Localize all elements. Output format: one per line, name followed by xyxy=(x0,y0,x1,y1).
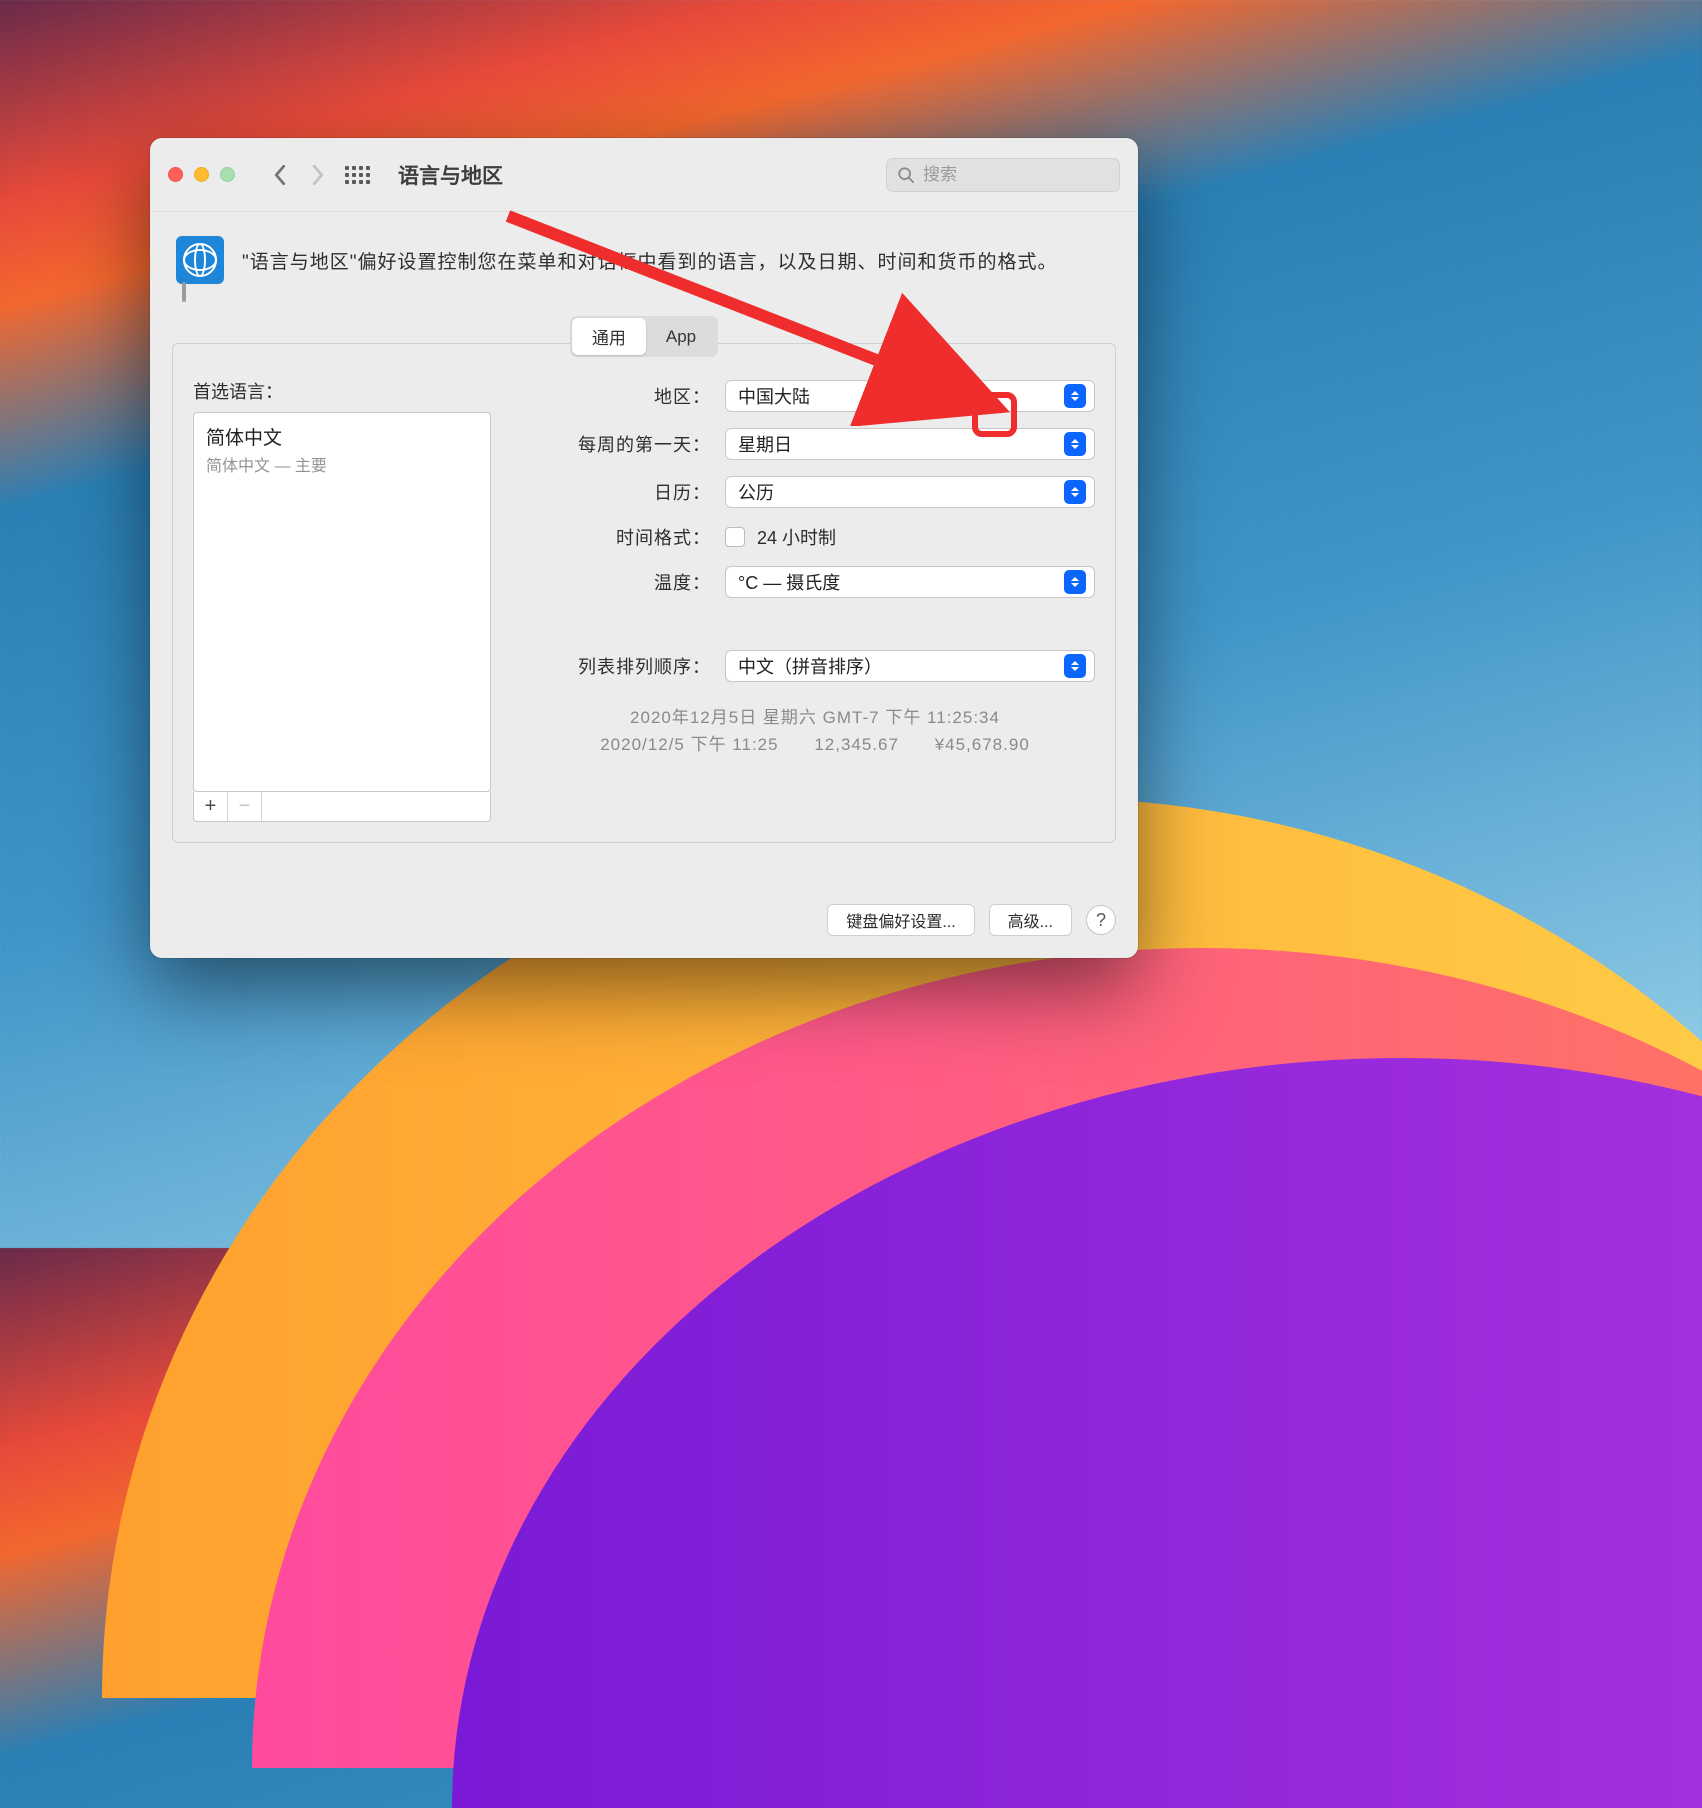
first-weekday-label: 每周的第一天： xyxy=(535,431,711,457)
show-all-icon[interactable] xyxy=(345,166,370,184)
sort-order-value: 中文（拼音排序） xyxy=(738,653,882,679)
preferred-languages-label: 首选语言： xyxy=(193,378,491,404)
list-item[interactable]: 简体中文 简体中文 — 主要 xyxy=(194,413,490,480)
temperature-value: °C — 摄氏度 xyxy=(738,569,840,595)
tab-app[interactable]: App xyxy=(646,318,716,355)
content-panel: 首选语言： 简体中文 简体中文 — 主要 + − 地区： 中国大陆 xyxy=(172,343,1116,843)
window-title: 语言与地区 xyxy=(398,160,503,190)
globe-flag-icon xyxy=(176,236,224,284)
preview-number: 12,345.67 xyxy=(814,735,899,754)
time-format-label: 时间格式： xyxy=(535,524,711,550)
minimize-icon[interactable] xyxy=(194,167,209,182)
toolbar: 语言与地区 xyxy=(150,138,1138,212)
first-weekday-value: 星期日 xyxy=(738,431,792,457)
calendar-value: 公历 xyxy=(738,479,774,505)
advanced-button[interactable]: 高级... xyxy=(989,904,1072,936)
language-name: 简体中文 xyxy=(206,423,478,450)
forward-button xyxy=(303,155,333,195)
search-icon xyxy=(897,166,915,184)
temperature-popup[interactable]: °C — 摄氏度 xyxy=(725,566,1095,598)
sort-order-label: 列表排列顺序： xyxy=(535,653,711,679)
zoom-icon xyxy=(220,167,235,182)
preview-currency: ¥45,678.90 xyxy=(935,735,1030,754)
time-format-value: 24 小时制 xyxy=(757,524,836,550)
remove-button: − xyxy=(228,792,262,821)
window-controls xyxy=(168,167,235,182)
sort-order-popup[interactable]: 中文（拼音排序） xyxy=(725,650,1095,682)
tab-bar: 通用 App xyxy=(150,316,1138,357)
back-button[interactable] xyxy=(265,155,295,195)
footer: 键盘偏好设置... 高级... ? xyxy=(150,904,1138,958)
close-icon[interactable] xyxy=(168,167,183,182)
chevron-updown-icon xyxy=(1064,480,1086,504)
preview-line1: 2020年12月5日 星期六 GMT-7 下午 11:25:34 xyxy=(535,704,1095,731)
keyboard-prefs-button[interactable]: 键盘偏好设置... xyxy=(827,904,974,936)
calendar-label: 日历： xyxy=(535,479,711,505)
chevron-updown-icon xyxy=(1064,654,1086,678)
chevron-updown-icon xyxy=(1064,570,1086,594)
language-subtitle: 简体中文 — 主要 xyxy=(206,452,478,476)
temperature-label: 温度： xyxy=(535,569,711,595)
format-preview: 2020年12月5日 星期六 GMT-7 下午 11:25:34 2020/12… xyxy=(535,704,1095,758)
help-button[interactable]: ? xyxy=(1086,905,1116,935)
search-input[interactable] xyxy=(923,165,1144,185)
add-button[interactable]: + xyxy=(194,792,228,821)
chevron-updown-icon xyxy=(1064,432,1086,456)
region-value: 中国大陆 xyxy=(738,383,810,409)
region-label: 地区： xyxy=(535,383,711,409)
search-field[interactable] xyxy=(886,158,1120,192)
languages-list[interactable]: 简体中文 简体中文 — 主要 xyxy=(193,412,491,792)
intro-text: "语言与地区"偏好设置控制您在菜单和对话框中看到的语言，以及日期、时间和货币的格… xyxy=(242,247,1058,274)
region-popup[interactable]: 中国大陆 xyxy=(725,380,1095,412)
intro-row: "语言与地区"偏好设置控制您在菜单和对话框中看到的语言，以及日期、时间和货币的格… xyxy=(150,212,1138,302)
preferences-window: 语言与地区 "语言与地区"偏好设置控制您在菜单和对话框中看到的语言，以及日期、时… xyxy=(150,138,1138,958)
24hr-checkbox[interactable] xyxy=(725,527,745,547)
list-actions: + − xyxy=(193,792,491,822)
chevron-updown-icon xyxy=(1064,384,1086,408)
tab-general[interactable]: 通用 xyxy=(572,318,646,355)
calendar-popup[interactable]: 公历 xyxy=(725,476,1095,508)
preview-date-short: 2020/12/5 下午 11:25 xyxy=(600,735,778,754)
first-weekday-popup[interactable]: 星期日 xyxy=(725,428,1095,460)
